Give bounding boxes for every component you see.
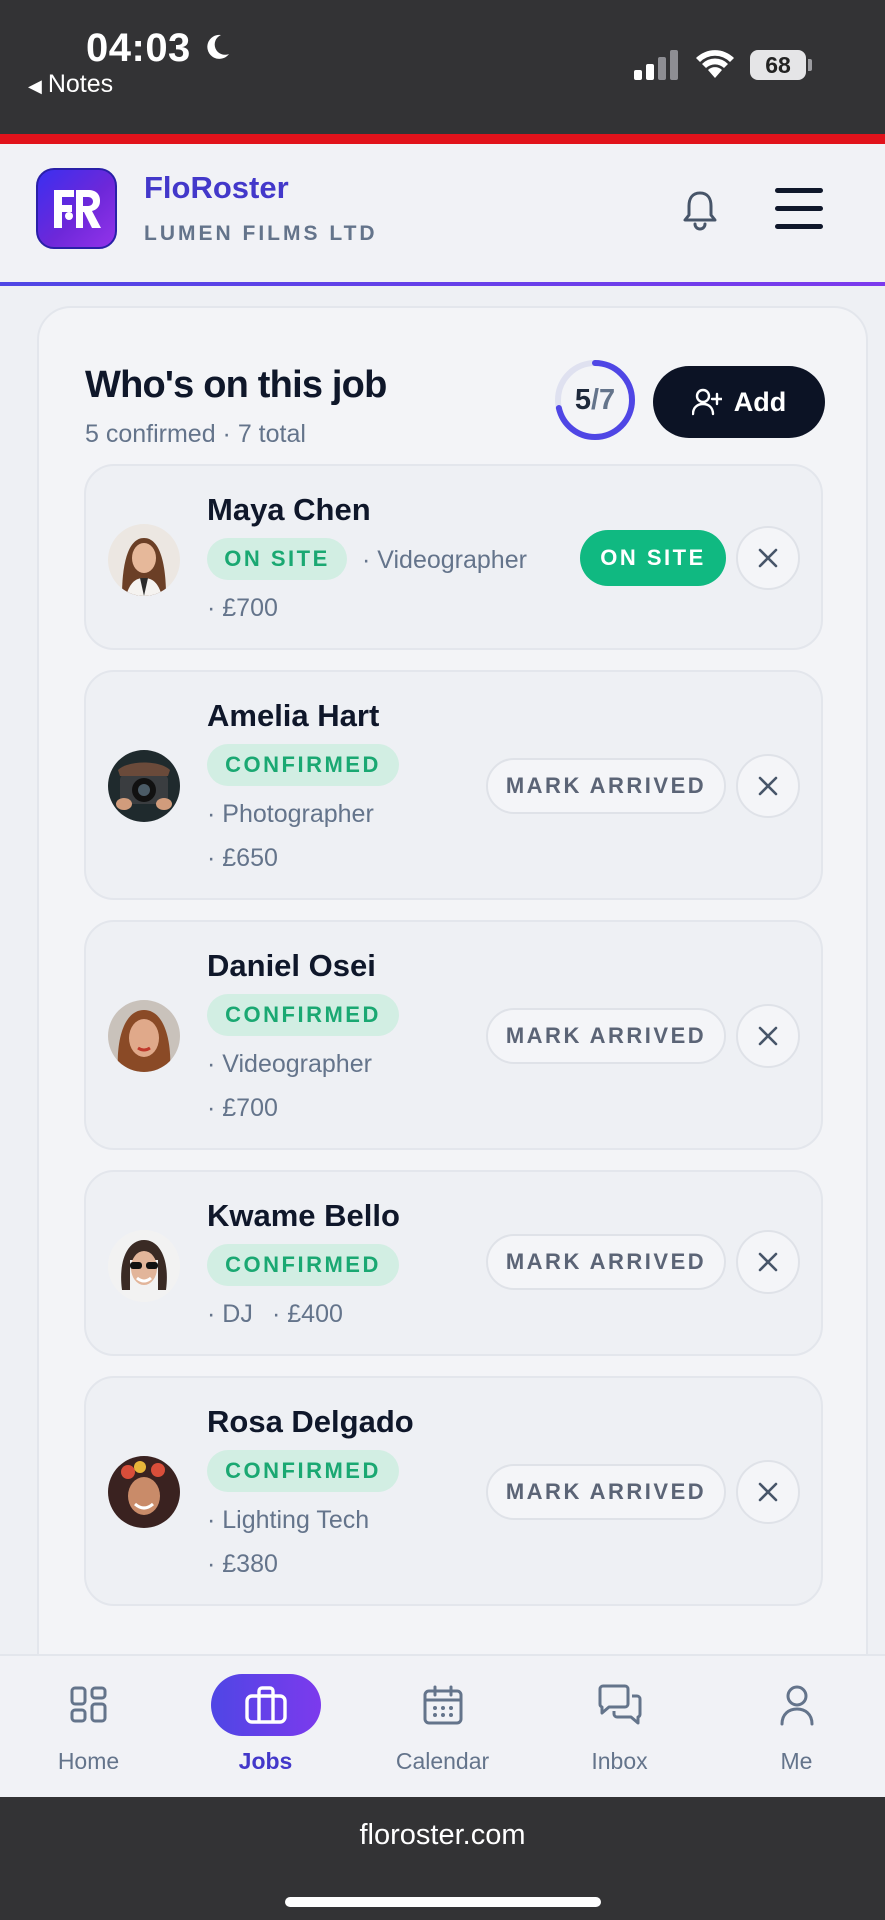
remove-crew-button[interactable] [736,1004,800,1068]
battery-level: 68 [750,50,806,80]
progress-confirmed: 5 [574,384,591,416]
url-text[interactable]: floroster.com [0,1819,885,1852]
nav-home[interactable]: Home [0,1656,177,1797]
floroster-logo[interactable] [36,168,117,249]
home-indicator[interactable] [285,1897,601,1907]
nav-calendar-label: Calendar [395,1748,490,1774]
status-bar: 04:03 ◀ Notes 68 [0,0,885,134]
header-accent-line [0,282,885,286]
back-to-app-link[interactable]: ◀ Notes [28,70,113,99]
nav-jobs-icon-wrap [210,1674,321,1736]
add-crew-button[interactable]: Add [653,366,825,438]
crew-name: Kwame Bello [207,1198,400,1233]
status-badge: CONFIRMED [207,1450,399,1492]
notification-bell-icon[interactable] [680,188,720,232]
mark-arrived-button[interactable]: MARK ARRIVED [486,758,726,814]
crew-rate: · £400 [272,1300,343,1328]
nav-inbox[interactable]: Inbox [531,1656,708,1797]
crew-name: Maya Chen [207,492,371,527]
add-user-icon [691,388,722,416]
moon-icon [207,34,229,59]
crew-rate: · £380 [207,1550,278,1578]
browser-progress-line [0,134,885,144]
avatar [108,1456,180,1528]
crew-card: Who's on this job 5 confirmed · 7 total … [37,306,868,1797]
avatar [108,524,180,596]
progress-total: 7 [599,384,616,416]
card-title: Who's on this job [85,364,387,406]
nav-inbox-icon-wrap [565,1674,675,1736]
nav-jobs[interactable]: Jobs [177,1656,354,1797]
mark-arrived-button[interactable]: MARK ARRIVED [486,1008,726,1064]
crew-role: · DJ [207,1300,253,1328]
crew-rate: · £700 [207,594,278,622]
nav-home-label: Home [57,1748,120,1774]
close-icon [758,776,778,796]
wifi-icon [696,50,734,78]
close-icon [758,1482,778,1502]
back-app-label: Notes [47,70,114,98]
card-subtitle: 5 confirmed · 7 total [85,420,306,448]
grid-icon [70,1686,106,1723]
avatar [108,1000,180,1072]
crew-name: Rosa Delgado [207,1404,414,1439]
crew-row: Kwame Bello CONFIRMED · DJ · £400 MARK A… [84,1170,823,1356]
add-button-label: Add [733,386,787,417]
crew-row: Maya Chen ON SITE · Videographer · £700 … [84,464,823,650]
chat-bubbles-icon [598,1684,641,1725]
nav-calendar[interactable]: Calendar [354,1656,531,1797]
progress-ring-label: 5/7 [553,358,637,442]
nav-jobs-label: Jobs [238,1748,293,1774]
crew-role: · Videographer [362,546,527,574]
hamburger-menu-icon[interactable] [774,186,824,232]
on-site-button[interactable]: ON SITE [580,530,726,586]
nav-me-icon-wrap [742,1674,852,1736]
browser-address-bar: floroster.com [0,1797,885,1920]
crew-row: Daniel Osei CONFIRMED · Videographer · £… [84,920,823,1150]
brand-name: FloRoster [144,170,289,205]
status-badge: CONFIRMED [207,994,399,1036]
crew-name: Daniel Osei [207,948,376,983]
cellular-signal-icon [634,50,678,80]
nav-home-icon-wrap [34,1674,144,1736]
app-screen: FloRoster LUMEN FILMS LTD Who's on this … [0,144,885,1797]
status-badge: CONFIRMED [207,744,399,786]
progress-separator: / [590,384,600,416]
remove-crew-button[interactable] [736,754,800,818]
crew-rate: · £650 [207,844,278,872]
close-icon [758,1026,778,1046]
briefcase-icon [244,1686,287,1724]
bottom-navigation: Home Jobs Calendar Inbox Me [0,1654,885,1797]
company-name: LUMEN FILMS LTD [144,222,378,245]
user-icon [780,1685,813,1726]
crew-rate: · £700 [207,1094,278,1122]
nav-calendar-icon-wrap [388,1674,498,1736]
remove-crew-button[interactable] [736,1230,800,1294]
app-header: FloRoster LUMEN FILMS LTD [0,144,885,282]
avatar [108,750,180,822]
close-icon [758,1252,778,1272]
status-badge: ON SITE [207,538,347,580]
logo-monogram-icon [54,190,101,228]
mark-arrived-button[interactable]: MARK ARRIVED [486,1464,726,1520]
crew-row: Amelia Hart CONFIRMED · Photographer · £… [84,670,823,900]
nav-me[interactable]: Me [708,1656,885,1797]
mark-arrived-button[interactable]: MARK ARRIVED [486,1234,726,1290]
nav-inbox-label: Inbox [591,1748,648,1774]
nav-me-label: Me [780,1748,813,1774]
avatar [108,1230,180,1302]
remove-crew-button[interactable] [736,1460,800,1524]
status-time: 04:03 [86,26,191,70]
crew-role: · Lighting Tech [207,1506,370,1534]
back-triangle-icon: ◀ [28,76,42,96]
close-icon [758,548,778,568]
remove-crew-button[interactable] [736,526,800,590]
crew-role: · Photographer [207,800,374,828]
crew-role: · Videographer [207,1050,372,1078]
crew-name: Amelia Hart [207,698,380,733]
status-badge: CONFIRMED [207,1244,399,1286]
calendar-icon [423,1685,462,1725]
battery-tip [808,59,812,71]
crew-row: Rosa Delgado CONFIRMED · Lighting Tech ·… [84,1376,823,1606]
